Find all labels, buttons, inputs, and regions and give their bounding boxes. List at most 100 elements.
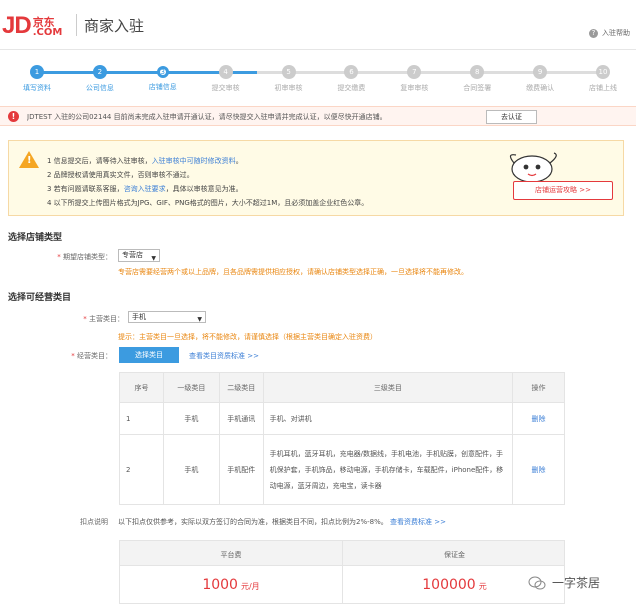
notice-item: 2 品牌授权请使用真实文件，否则审核不通过。 <box>47 168 368 182</box>
deposit-label: 保证金 <box>444 551 465 559</box>
watermark-text: 一字茶居 <box>552 576 601 590</box>
alert-action-button[interactable]: 去认证 <box>486 110 537 124</box>
row-level1: 手机 <box>162 434 220 505</box>
category-title: 选择可经营类目 <box>8 293 72 303</box>
caret-down-icon: ▼ <box>197 316 202 323</box>
help-link[interactable]: ? 入驻帮助 <box>589 28 630 38</box>
main-category-note: 提示：主营类目一旦选择，将不能修改，请谨慎选择（根据主营类目确定入驻资费） <box>118 333 377 341</box>
step-10: 10 店铺上线 <box>573 64 633 93</box>
platform-fee-value: 1000 元/月 <box>120 577 342 593</box>
step-number: 4 <box>218 65 233 79</box>
step-2: 2 公司信息 <box>70 64 130 93</box>
platform-fee-amount: 1000 <box>202 577 238 593</box>
detail-category-label: * 经营类目： <box>71 352 112 360</box>
step-number: 2 <box>92 65 107 79</box>
caret-down-icon: ▼ <box>151 255 156 262</box>
question-icon: ? <box>589 28 598 38</box>
page-title: 商家入驻 <box>84 17 145 35</box>
header: JD 京东 .COM 商家入驻 ? 入驻帮助 <box>0 0 636 50</box>
notice-text: 2 品牌授权请使用真实文件，否则审核不通过 <box>47 171 187 179</box>
notice-item: 4 以下所提交上传图片格式为JPG、GIF、PNG格式的图片，大小不超过1M，且… <box>47 196 368 210</box>
main-category-value: 手机 <box>132 313 146 321</box>
notice-list: 1 信息提交后，请等待入驻审核，入驻审核中可随时修改资料。 2 品牌授权请使用真实… <box>47 154 368 210</box>
step-number: 8 <box>470 65 485 79</box>
deposit-col: 保证金 100000 元 <box>343 541 566 603</box>
alert-text: JDTEST 入驻的公司02144 目前尚未完成入驻申请开通认证，请尽快提交入驻… <box>27 113 387 121</box>
shop-type-label: * 期望店铺类型： <box>57 253 112 261</box>
rate-label: 扣点说明 <box>80 518 108 526</box>
notice-link[interactable]: 咨询入驻要求 <box>124 185 166 193</box>
step-number: 10 <box>596 65 610 79</box>
step-number: 1 <box>30 65 44 79</box>
delete-link[interactable]: 删除 <box>532 415 546 423</box>
step-label: 公司信息 <box>85 84 114 92</box>
notice-text: ，具体以审核意见为准。 <box>165 185 243 193</box>
notice-text: 3 若有问题请联系客服， <box>47 185 124 193</box>
notice-item: 1 信息提交后，请等待入驻审核，入驻审核中可随时修改资料。 <box>47 154 368 168</box>
notice-item: 3 若有问题请联系客服，咨询入驻要求，具体以审核意见为准。 <box>47 182 368 196</box>
row-level1: 手机 <box>162 402 220 435</box>
promo-button[interactable]: 店铺运营攻略 >> <box>513 181 613 200</box>
step-label: 合同签署 <box>463 84 492 92</box>
notice-text: 。 <box>186 171 194 179</box>
table-row: 2 手机 手机配件 手机耳机，蓝牙耳机，充电器/数据线，手机电池，手机贴膜，创意… <box>119 434 565 505</box>
table-row: 1 手机 手机通讯 手机、对讲机 删除 <box>119 402 565 435</box>
step-label: 提交缴费 <box>337 84 366 92</box>
wechat-icon <box>528 576 546 589</box>
step-label: 初审审核 <box>274 84 303 92</box>
platform-fee-col: 平台费 1000 元/月 <box>120 541 343 603</box>
step-number: 7 <box>407 65 422 79</box>
row-level3: 手机耳机，蓝牙耳机，充电器/数据线，手机电池，手机贴膜，创意配件，手机保护套，手… <box>262 434 514 505</box>
col-action: 操作 <box>512 372 565 403</box>
shop-type-title: 选择店铺类型 <box>8 233 63 243</box>
watermark: 一字茶居 <box>528 574 600 591</box>
step-number: 5 <box>281 65 296 79</box>
category-table: 序号 一级类目 二级类目 三级类目 操作 1 手机 手机通讯 手机、对讲机 删除… <box>119 372 565 505</box>
step-label: 提交审核 <box>211 84 240 92</box>
delete-link[interactable]: 删除 <box>532 466 546 474</box>
step-6: 6 提交缴费 <box>321 64 381 93</box>
table-header-row: 序号 一级类目 二级类目 三级类目 操作 <box>119 372 565 403</box>
step-1: 1 填写资料 <box>7 64 67 93</box>
step-8: 8 合同签署 <box>447 64 507 93</box>
step-label: 填写资料 <box>23 84 51 92</box>
shop-type-select[interactable]: 专营店 ▼ <box>118 249 160 262</box>
choose-category-button[interactable]: 选择类目 <box>119 347 179 363</box>
col-level3: 三级类目 <box>262 372 514 403</box>
notice-link[interactable]: 入驻审核中可随时修改资料 <box>152 157 236 165</box>
mascot-icon <box>509 152 557 183</box>
step-7: 7 复审审核 <box>384 64 444 93</box>
help-label: 入驻帮助 <box>602 29 630 37</box>
row-index: 2 <box>119 434 164 505</box>
shop-type-value: 专营店 <box>122 251 143 259</box>
step-number: 6 <box>344 65 359 79</box>
notice-text: 。 <box>235 157 243 165</box>
row-index: 1 <box>119 402 164 435</box>
rate-description: 以下扣点仅供参考，实际以双方签订的合同为准，根据类目不同，扣点比例为2%-8%。 <box>118 518 388 526</box>
logo-com: .COM <box>32 27 63 38</box>
step-5: 5 初审审核 <box>259 64 319 93</box>
fee-standard-link[interactable]: 查看资费标准 >> <box>390 518 446 526</box>
logo-jd: JD <box>2 12 32 39</box>
main-category-select[interactable]: 手机 ▼ <box>128 311 206 323</box>
notice-text: 1 信息提交后，请等待入驻审核， <box>47 157 152 165</box>
row-level2: 手机配件 <box>218 434 264 505</box>
step-label: 店铺信息 <box>148 83 177 91</box>
row-level2: 手机通讯 <box>218 402 264 435</box>
col-index: 序号 <box>119 372 164 403</box>
deposit-amount: 100000 <box>422 577 476 593</box>
shop-type-note: 专营店需要经营两个或以上品牌，且各品牌需提供相应授权，请确认店铺类型选择正确，一… <box>118 268 468 276</box>
notice-box: ! 1 信息提交后，请等待入驻审核，入驻审核中可随时修改资料。 2 品牌授权请使用… <box>8 140 624 216</box>
col-level2: 二级类目 <box>218 372 264 403</box>
step-3: 3 店铺信息 <box>133 64 193 92</box>
category-standard-link[interactable]: 查看类目资质标准 >> <box>189 351 259 361</box>
step-9: 9 缴费确认 <box>510 64 570 93</box>
step-4: 4 提交审核 <box>196 64 256 93</box>
col-level1: 一级类目 <box>162 372 220 403</box>
row-level3: 手机、对讲机 <box>262 402 514 435</box>
error-icon: ! <box>8 111 19 122</box>
rate-text: 以下扣点仅供参考，实际以双方签订的合同为准，根据类目不同，扣点比例为2%-8%。… <box>118 517 446 527</box>
platform-fee-unit: 元/月 <box>240 582 260 591</box>
jd-logo[interactable]: JD 京东 .COM <box>2 12 62 38</box>
notice-text: 4 以下所提交上传图片格式为JPG、GIF、PNG格式的图片，大小不超过1M，且… <box>47 199 369 207</box>
